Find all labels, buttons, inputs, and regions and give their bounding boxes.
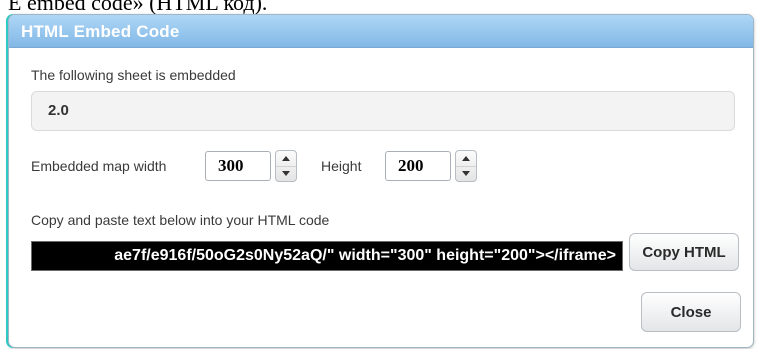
dialog-title: HTML Embed Code bbox=[21, 22, 180, 41]
width-spinner-down[interactable] bbox=[276, 166, 296, 181]
embed-code-text: ae7f/e916f/50oG2s0Ny52aQ/" width="300" h… bbox=[114, 247, 616, 264]
embed-code-field[interactable]: ae7f/e916f/50oG2s0Ny52aQ/" width="300" h… bbox=[31, 241, 623, 271]
code-label: Copy and paste text below into your HTML… bbox=[31, 212, 330, 228]
width-input[interactable]: 300 bbox=[205, 151, 271, 181]
height-spinner-up[interactable] bbox=[456, 151, 476, 167]
width-spinner-up[interactable] bbox=[276, 151, 296, 167]
dialog-titlebar[interactable]: HTML Embed Code bbox=[9, 15, 753, 48]
height-label: Height bbox=[321, 158, 362, 174]
sheet-name: 2.0 bbox=[48, 102, 69, 119]
width-spinner[interactable] bbox=[275, 150, 297, 182]
sheet-label: The following sheet is embedded bbox=[31, 67, 236, 83]
height-input[interactable]: 200 bbox=[385, 151, 451, 181]
spinner-down-icon bbox=[462, 171, 470, 176]
height-spinner-down[interactable] bbox=[456, 166, 476, 181]
spinner-up-icon bbox=[462, 156, 470, 161]
width-label: Embedded map width bbox=[31, 158, 167, 174]
spinner-up-icon bbox=[282, 156, 290, 161]
height-spinner[interactable] bbox=[455, 150, 477, 182]
embed-code-dialog: HTML Embed Code The following sheet is e… bbox=[8, 14, 754, 348]
copy-html-button[interactable]: Copy HTML bbox=[629, 233, 739, 271]
sheet-name-field: 2.0 bbox=[31, 91, 735, 131]
spinner-down-icon bbox=[282, 171, 290, 176]
close-button[interactable]: Close bbox=[641, 292, 741, 332]
